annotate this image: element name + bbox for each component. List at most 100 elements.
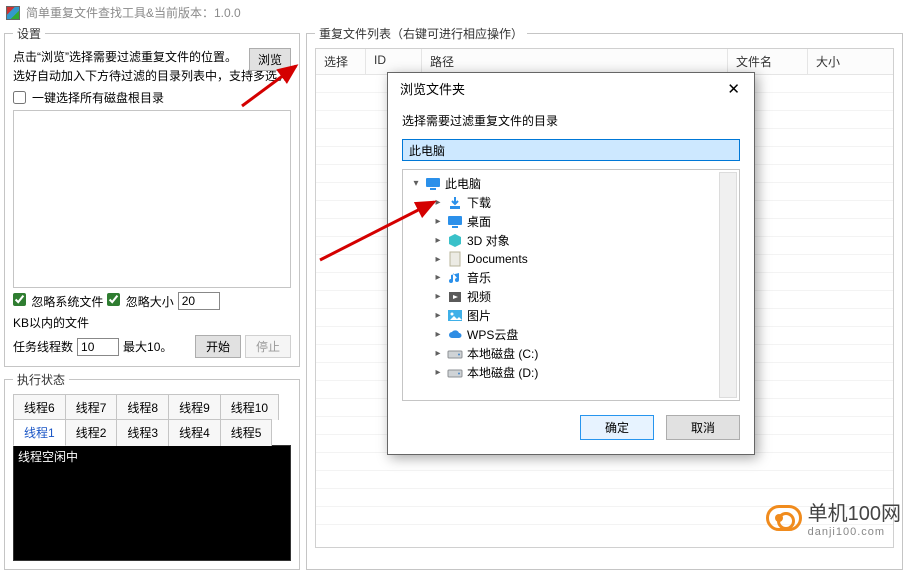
select-all-roots-label: 一键选择所有磁盘根目录	[32, 89, 164, 106]
tree-item-label: 音乐	[467, 269, 491, 286]
ignore-size-label: 忽略大小	[126, 295, 174, 309]
tree-item[interactable]: ▸ Documents	[405, 250, 737, 268]
tree-item-label: 视频	[467, 288, 491, 305]
dialog-prompt: 选择需要过滤重复文件的目录	[402, 112, 740, 129]
settings-desc-2: 选好自动加入下方待过滤的目录列表中，支持多选。	[13, 69, 289, 83]
tab-thread7[interactable]: 线程7	[65, 394, 118, 420]
watermark-brand: 单机100网	[808, 497, 901, 526]
drive-icon	[447, 365, 463, 381]
titlebar: 简单重复文件查找工具&当前版本：1.0.0	[0, 0, 907, 25]
expand-icon[interactable]: ▸	[433, 367, 443, 378]
tree-item[interactable]: ▸ 本地磁盘 (D:)	[405, 363, 737, 382]
console-text: 线程空闲中	[18, 450, 78, 464]
stop-button[interactable]: 停止	[245, 335, 291, 358]
col-id[interactable]: ID	[366, 49, 422, 74]
expand-icon[interactable]: ▸	[433, 197, 443, 208]
thread-tabs-row-2: 线程1 线程2 线程3 线程4 线程5	[13, 419, 271, 446]
expand-icon[interactable]: ▸	[433, 329, 443, 340]
browse-button[interactable]: 浏览	[249, 48, 291, 71]
download-icon	[447, 195, 463, 211]
tree-item[interactable]: ▸ WPS云盘	[405, 325, 737, 344]
threads-max-label: 最大10。	[123, 338, 172, 355]
status-panel: 执行状态 线程6 线程7 线程8 线程9 线程10 线程1 线程2 线程3 线程…	[4, 371, 300, 570]
app-icon	[6, 6, 20, 20]
tree-item-label: 下载	[467, 194, 491, 211]
desktop-icon	[447, 214, 463, 230]
settings-legend: 设置	[13, 25, 45, 42]
col-size[interactable]: 大小	[808, 49, 893, 74]
tab-thread3[interactable]: 线程3	[116, 419, 169, 446]
expand-icon[interactable]: ▾	[411, 178, 421, 189]
watermark: 单机100网 danji100.com	[766, 497, 901, 538]
cloud-icon	[447, 327, 463, 343]
threads-label: 任务线程数	[13, 338, 73, 355]
directory-listbox[interactable]	[13, 110, 291, 288]
app-title: 简单重复文件查找工具&当前版本：1.0.0	[26, 4, 241, 21]
tree-item[interactable]: ▸ 音乐	[405, 268, 737, 287]
ignore-size-checkbox[interactable]	[107, 293, 120, 306]
settings-desc-1: 点击“浏览”选择需要过滤重复文件的位置。	[13, 50, 237, 64]
tree-item-label: 本地磁盘 (D:)	[467, 364, 538, 381]
duplicate-list-legend: 重复文件列表（右键可进行相应操作）	[315, 25, 527, 42]
threads-input[interactable]	[77, 338, 119, 356]
expand-icon[interactable]: ▸	[433, 235, 443, 246]
tab-thread5[interactable]: 线程5	[220, 419, 273, 446]
tab-thread10[interactable]: 线程10	[220, 394, 279, 420]
tree-item[interactable]: ▸ 3D 对象	[405, 231, 737, 250]
cancel-button[interactable]: 取消	[666, 415, 740, 440]
ignore-size-input[interactable]	[178, 292, 220, 310]
select-all-roots-checkbox[interactable]	[13, 91, 26, 104]
thread-console: 线程空闲中	[13, 445, 291, 561]
computer-icon	[425, 176, 441, 192]
tree-root-label: 此电脑	[445, 175, 481, 192]
tree-item-label: 3D 对象	[467, 232, 510, 249]
expand-icon[interactable]: ▸	[433, 272, 443, 283]
ok-button[interactable]: 确定	[580, 415, 654, 440]
tab-thread9[interactable]: 线程9	[168, 394, 221, 420]
tree-item[interactable]: ▸ 下载	[405, 193, 737, 212]
expand-icon[interactable]: ▸	[433, 348, 443, 359]
folder-tree[interactable]: ▾ 此电脑 ▸ 下载 ▸ 桌面 ▸ 3D 对象 ▸ Documents ▸ 音乐 ▸ 视频 ▸ 图片 ▸ WP…	[402, 169, 740, 401]
expand-icon[interactable]: ▸	[433, 216, 443, 227]
col-select[interactable]: 选择	[316, 49, 366, 74]
watermark-logo-icon	[766, 505, 802, 531]
expand-icon[interactable]: ▸	[433, 291, 443, 302]
start-button[interactable]: 开始	[195, 335, 241, 358]
ignore-system-checkbox[interactable]	[13, 293, 26, 306]
doc-icon	[447, 251, 463, 267]
col-path[interactable]: 路径	[422, 49, 728, 74]
image-icon	[447, 308, 463, 324]
watermark-domain: danji100.com	[808, 526, 901, 538]
folder-path-input[interactable]	[402, 139, 740, 161]
video-icon	[447, 289, 463, 305]
tree-item[interactable]: ▸ 桌面	[405, 212, 737, 231]
tree-item-label: 图片	[467, 307, 491, 324]
tab-thread6[interactable]: 线程6	[13, 394, 66, 420]
status-legend: 执行状态	[13, 371, 69, 388]
ignore-size-suffix: KB以内的文件	[13, 314, 89, 331]
tree-item-label: 本地磁盘 (C:)	[467, 345, 538, 362]
tree-item-label: 桌面	[467, 213, 491, 230]
tab-thread2[interactable]: 线程2	[65, 419, 118, 446]
music-icon	[447, 270, 463, 286]
expand-icon[interactable]: ▸	[433, 310, 443, 321]
tab-thread1[interactable]: 线程1	[13, 419, 66, 446]
tree-root[interactable]: ▾ 此电脑	[405, 174, 737, 193]
cube-icon	[447, 233, 463, 249]
tab-thread4[interactable]: 线程4	[168, 419, 221, 446]
tab-thread8[interactable]: 线程8	[116, 394, 169, 420]
close-icon[interactable]: ✕	[721, 80, 746, 98]
thread-tabs-row-1: 线程6 线程7 线程8 线程9 线程10	[13, 394, 278, 420]
expand-icon[interactable]: ▸	[433, 254, 443, 265]
settings-panel: 设置 点击“浏览”选择需要过滤重复文件的位置。 浏览 选好自动加入下方待过滤的目…	[4, 25, 300, 367]
tree-item[interactable]: ▸ 视频	[405, 287, 737, 306]
tree-item[interactable]: ▸ 图片	[405, 306, 737, 325]
drive-icon	[447, 346, 463, 362]
col-name[interactable]: 文件名	[728, 49, 808, 74]
tree-item-label: Documents	[467, 252, 528, 266]
tree-item-label: WPS云盘	[467, 326, 518, 343]
tree-item[interactable]: ▸ 本地磁盘 (C:)	[405, 344, 737, 363]
ignore-system-label: 忽略系统文件	[31, 295, 103, 309]
browse-folder-dialog: 浏览文件夹 ✕ 选择需要过滤重复文件的目录 ▾ 此电脑 ▸ 下载 ▸ 桌面 ▸ 3D 对象…	[387, 72, 755, 455]
dialog-title: 浏览文件夹	[400, 79, 465, 98]
